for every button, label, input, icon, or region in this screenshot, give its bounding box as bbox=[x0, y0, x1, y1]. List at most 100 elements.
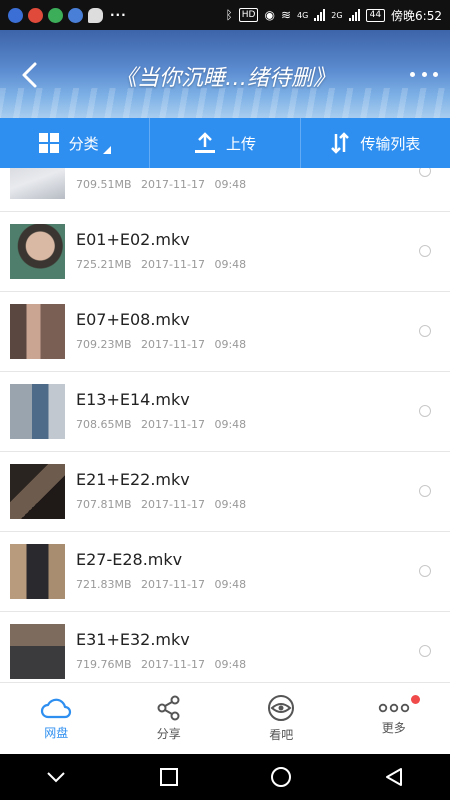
select-radio[interactable] bbox=[419, 245, 431, 257]
file-name: E07+E08.mkv bbox=[76, 310, 190, 329]
chevron-left-icon bbox=[22, 62, 37, 88]
file-date: 2017-11-17 09:48 bbox=[141, 258, 247, 271]
file-row[interactable]: E13+E14.mkv 708.65MB 2017-11-17 09:48 bbox=[0, 372, 450, 452]
file-name: E01+E02.mkv bbox=[76, 230, 190, 249]
upload-label: 上传 bbox=[225, 134, 256, 153]
back-system-button[interactable] bbox=[374, 762, 414, 792]
nav-watch-label: 看吧 bbox=[269, 728, 294, 742]
app-notification-icon bbox=[8, 7, 23, 23]
nav-more[interactable]: 更多 bbox=[338, 683, 450, 754]
file-meta: 707.81MB 2017-11-17 09:48 bbox=[76, 498, 246, 511]
file-date: 2017-11-17 09:48 bbox=[141, 578, 247, 591]
select-radio[interactable] bbox=[419, 645, 431, 657]
video-thumbnail bbox=[10, 224, 65, 279]
file-row[interactable]: E21+E22.mkv 707.81MB 2017-11-17 09:48 bbox=[0, 452, 450, 532]
clock: 傍晚6:52 bbox=[391, 8, 442, 23]
home-button[interactable] bbox=[261, 762, 301, 792]
bluetooth-icon: ᛒ bbox=[225, 8, 233, 22]
file-size: 721.83MB bbox=[76, 578, 132, 591]
nav-share[interactable]: 分享 bbox=[113, 683, 226, 754]
nav-share-label: 分享 bbox=[156, 727, 181, 741]
status-bar: ··· ᛒ HD ◉ ≋ 4G 2G 44 傍晚6:52 bbox=[0, 0, 450, 30]
select-radio[interactable] bbox=[419, 325, 431, 337]
cloud-icon bbox=[41, 698, 72, 719]
nav-netdisk-label: 网盘 bbox=[44, 726, 69, 740]
file-date: 2017-11-17 09:48 bbox=[141, 498, 247, 511]
hd-badge: HD bbox=[238, 8, 259, 22]
file-size: 708.65MB bbox=[76, 418, 132, 431]
nav-netdisk[interactable]: 网盘 bbox=[0, 683, 113, 754]
file-name: E31+E32.mkv bbox=[76, 630, 190, 649]
upload-button[interactable]: 上传 bbox=[149, 118, 299, 168]
file-row[interactable]: E01+E02.mkv 725.21MB 2017-11-17 09:48 bbox=[0, 212, 450, 292]
recents-button[interactable] bbox=[149, 762, 189, 792]
file-size: 725.21MB bbox=[76, 258, 132, 271]
file-date: 2017-11-17 09:48 bbox=[141, 418, 247, 431]
file-size: 709.23MB bbox=[76, 338, 132, 351]
page-title: 《当你沉睡…绪待删》 bbox=[114, 66, 335, 91]
app-notification-icon bbox=[28, 7, 43, 23]
hide-nav-button[interactable] bbox=[36, 762, 76, 792]
video-thumbnail bbox=[10, 168, 65, 199]
video-thumbnail bbox=[10, 304, 65, 359]
nav-watch[interactable]: 看吧 bbox=[225, 683, 338, 754]
file-meta: 721.83MB 2017-11-17 09:48 bbox=[76, 578, 246, 591]
file-meta: 719.76MB 2017-11-17 09:48 bbox=[76, 658, 246, 671]
back-button[interactable] bbox=[14, 58, 44, 92]
file-size: 707.81MB bbox=[76, 498, 132, 511]
select-radio[interactable] bbox=[419, 405, 431, 417]
file-name: E21+E22.mkv bbox=[76, 470, 190, 489]
file-name: E27-E28.mkv bbox=[76, 550, 183, 569]
folder-header: 《当你沉睡…绪待删》 bbox=[0, 30, 450, 118]
select-radio[interactable] bbox=[419, 485, 431, 497]
status-app-icons: ··· bbox=[8, 7, 127, 23]
file-size: 719.76MB bbox=[76, 658, 132, 671]
file-row[interactable]: E31+E32.mkv 719.76MB 2017-11-17 09:48 bbox=[0, 612, 450, 682]
eye-icon bbox=[268, 695, 295, 721]
battery-level: 44 bbox=[365, 8, 386, 22]
transfer-list-label: 传输列表 bbox=[360, 134, 421, 153]
transfer-list-button[interactable]: 传输列表 bbox=[299, 118, 450, 168]
network-type-2: 2G bbox=[331, 10, 343, 20]
video-thumbnail bbox=[10, 544, 65, 599]
upload-icon bbox=[194, 132, 215, 153]
transfer-arrows-icon bbox=[331, 132, 350, 154]
file-row[interactable]: E07+E08.mkv 709.23MB 2017-11-17 09:48 bbox=[0, 292, 450, 372]
file-row[interactable]: 709.51MB 2017-11-17 09:48 bbox=[0, 168, 450, 212]
more-notifications-icon: ··· bbox=[110, 8, 127, 22]
file-size: 709.51MB bbox=[76, 178, 132, 191]
file-date: 2017-11-17 09:48 bbox=[141, 338, 247, 351]
grid-icon bbox=[38, 133, 59, 153]
file-date: 2017-11-17 09:48 bbox=[141, 658, 247, 671]
system-nav-bar bbox=[0, 754, 450, 800]
category-label: 分类 bbox=[68, 134, 99, 153]
network-type-1: 4G bbox=[297, 10, 309, 20]
more-dots-icon bbox=[378, 703, 409, 713]
file-name: E13+E14.mkv bbox=[76, 390, 190, 409]
file-meta: 725.21MB 2017-11-17 09:48 bbox=[76, 258, 246, 271]
app-notification-icon bbox=[48, 7, 63, 23]
file-list[interactable]: 709.51MB 2017-11-17 09:48 E01+E02.mkv 72… bbox=[0, 168, 450, 682]
wifi-icon: ≋ bbox=[280, 8, 291, 22]
video-thumbnail bbox=[10, 464, 65, 519]
select-radio[interactable] bbox=[419, 168, 431, 177]
chevron-down-icon bbox=[47, 772, 65, 783]
select-radio[interactable] bbox=[419, 565, 431, 577]
category-button[interactable]: 分类 bbox=[0, 118, 149, 168]
app-notification-icon bbox=[68, 7, 83, 23]
chat-bubble-icon bbox=[88, 7, 103, 23]
video-thumbnail bbox=[10, 624, 65, 679]
triangle-back-icon bbox=[385, 768, 402, 786]
file-date: 2017-11-17 09:48 bbox=[141, 178, 247, 191]
file-meta: 709.51MB 2017-11-17 09:48 bbox=[76, 178, 246, 191]
action-toolbar: 分类 上传 传输列表 bbox=[0, 118, 450, 168]
square-icon bbox=[159, 768, 178, 786]
notification-dot bbox=[411, 695, 420, 704]
bottom-nav: 网盘 分享 看吧 更多 bbox=[0, 682, 450, 754]
signal-icon bbox=[314, 9, 326, 21]
eye-icon: ◉ bbox=[264, 8, 275, 22]
signal-icon bbox=[348, 9, 360, 21]
file-row[interactable]: E27-E28.mkv 721.83MB 2017-11-17 09:48 bbox=[0, 532, 450, 612]
more-options-button[interactable] bbox=[410, 64, 438, 84]
nav-more-label: 更多 bbox=[381, 721, 406, 735]
